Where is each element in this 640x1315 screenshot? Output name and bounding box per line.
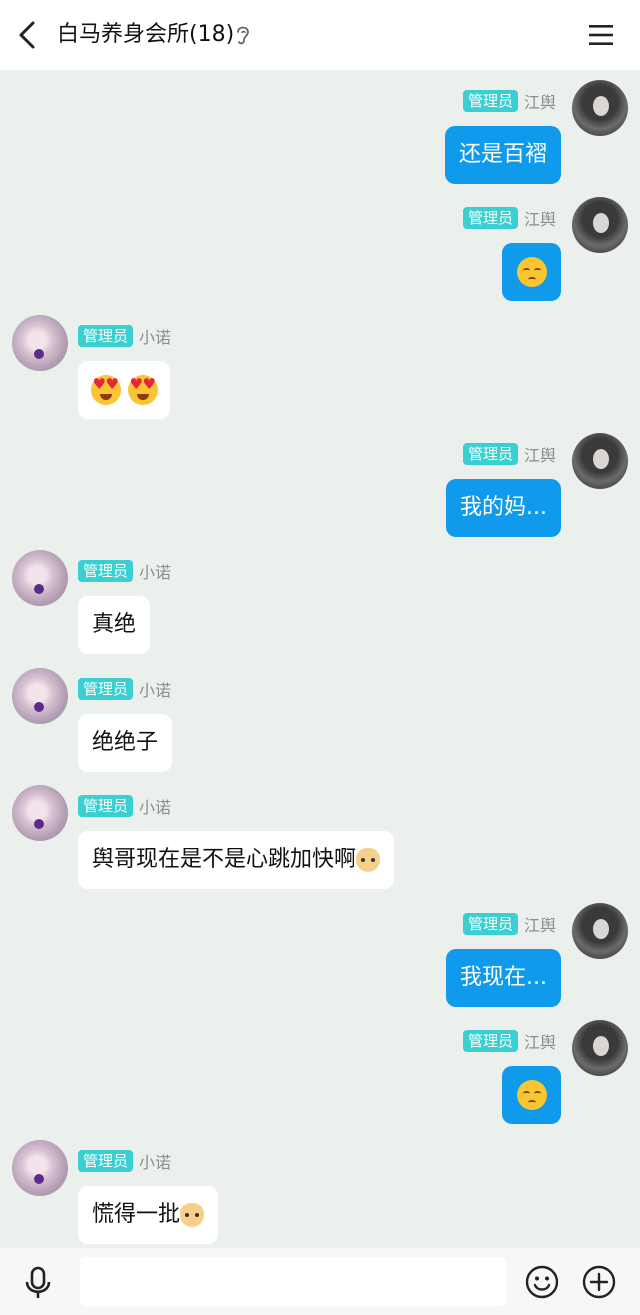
sender-name[interactable]: 小诺 (139, 794, 171, 818)
message-text: 舆哥现在是不是心跳加快啊 (92, 847, 357, 872)
input-bar (0, 1248, 640, 1315)
sender-row: 管理员 江舆 (462, 442, 556, 466)
sender-name[interactable]: 江舆 (524, 442, 556, 466)
message-text: 慌得一批 (92, 1202, 181, 1227)
menu-icon[interactable] (588, 23, 614, 47)
chat-title[interactable]: 白马养身会所(18) (57, 20, 234, 50)
microphone-icon[interactable] (23, 1266, 53, 1300)
plus-icon[interactable] (582, 1265, 616, 1299)
sender-name[interactable]: 江舆 (524, 912, 556, 936)
ear-icon (237, 26, 249, 45)
doge-icon (180, 1203, 205, 1227)
sender-row: 管理员 江舆 (462, 1029, 556, 1053)
sender-row: 管理员 江舆 (462, 206, 556, 230)
smiley-icon[interactable] (525, 1265, 559, 1299)
avatar[interactable] (572, 197, 628, 253)
doge-icon (356, 848, 381, 872)
pensive-face-icon (516, 257, 547, 287)
admin-badge: 管理员 (78, 795, 134, 817)
avatar[interactable] (12, 1140, 68, 1196)
admin-badge: 管理员 (462, 90, 518, 112)
message-input[interactable] (80, 1257, 506, 1306)
admin-badge: 管理员 (78, 325, 134, 347)
message-feed[interactable]: 管理员 江舆 还是百褶 管理员 江舆 管理员 小诺 管理员 江舆 (0, 70, 640, 1248)
avatar[interactable] (572, 433, 628, 489)
back-arrow-icon[interactable] (14, 20, 42, 50)
sender-row: 管理员 江舆 (462, 912, 556, 936)
message-bubble[interactable] (502, 1066, 561, 1124)
message-bubble[interactable]: 绝绝子 (78, 714, 173, 772)
sender-name[interactable]: 小诺 (139, 324, 171, 348)
sender-row: 管理员 小诺 (78, 325, 171, 347)
avatar[interactable] (12, 315, 68, 371)
message-bubble[interactable] (502, 243, 561, 301)
message-bubble[interactable]: 我的妈... (446, 479, 561, 537)
avatar[interactable] (12, 668, 68, 724)
avatar[interactable] (572, 903, 628, 959)
message-bubble[interactable] (78, 361, 170, 419)
sender-name[interactable]: 小诺 (139, 1149, 171, 1173)
avatar[interactable] (572, 80, 628, 136)
chat-header: 白马养身会所(18) (0, 0, 640, 70)
sender-name[interactable]: 江舆 (524, 206, 556, 230)
pensive-face-icon (516, 1080, 547, 1110)
admin-badge: 管理员 (78, 678, 134, 700)
admin-badge: 管理员 (462, 207, 518, 229)
sender-name[interactable]: 小诺 (139, 677, 171, 701)
message-bubble[interactable]: 舆哥现在是不是心跳加快啊 (78, 831, 395, 889)
admin-badge: 管理员 (462, 913, 518, 935)
heart-eyes-icon (90, 375, 121, 405)
avatar[interactable] (572, 1020, 628, 1076)
sender-row: 管理员 江舆 (462, 89, 556, 113)
admin-badge: 管理员 (462, 443, 518, 465)
avatar[interactable] (12, 785, 68, 841)
sender-row: 管理员 小诺 (78, 795, 171, 817)
message-bubble[interactable]: 我现在... (446, 949, 561, 1007)
sender-name[interactable]: 小诺 (139, 559, 171, 583)
sender-row: 管理员 小诺 (78, 1150, 171, 1172)
admin-badge: 管理员 (78, 560, 134, 582)
sender-name[interactable]: 江舆 (524, 1029, 556, 1053)
sender-row: 管理员 小诺 (78, 560, 171, 582)
message-bubble[interactable]: 慌得一批 (78, 1186, 219, 1244)
sender-row: 管理员 小诺 (78, 678, 171, 700)
admin-badge: 管理员 (462, 1030, 518, 1052)
avatar[interactable] (12, 550, 68, 606)
message-bubble[interactable]: 还是百褶 (444, 126, 561, 184)
message-bubble[interactable]: 真绝 (78, 596, 151, 654)
admin-badge: 管理员 (78, 1150, 134, 1172)
heart-eyes-icon (127, 375, 158, 405)
sender-name[interactable]: 江舆 (524, 89, 556, 113)
